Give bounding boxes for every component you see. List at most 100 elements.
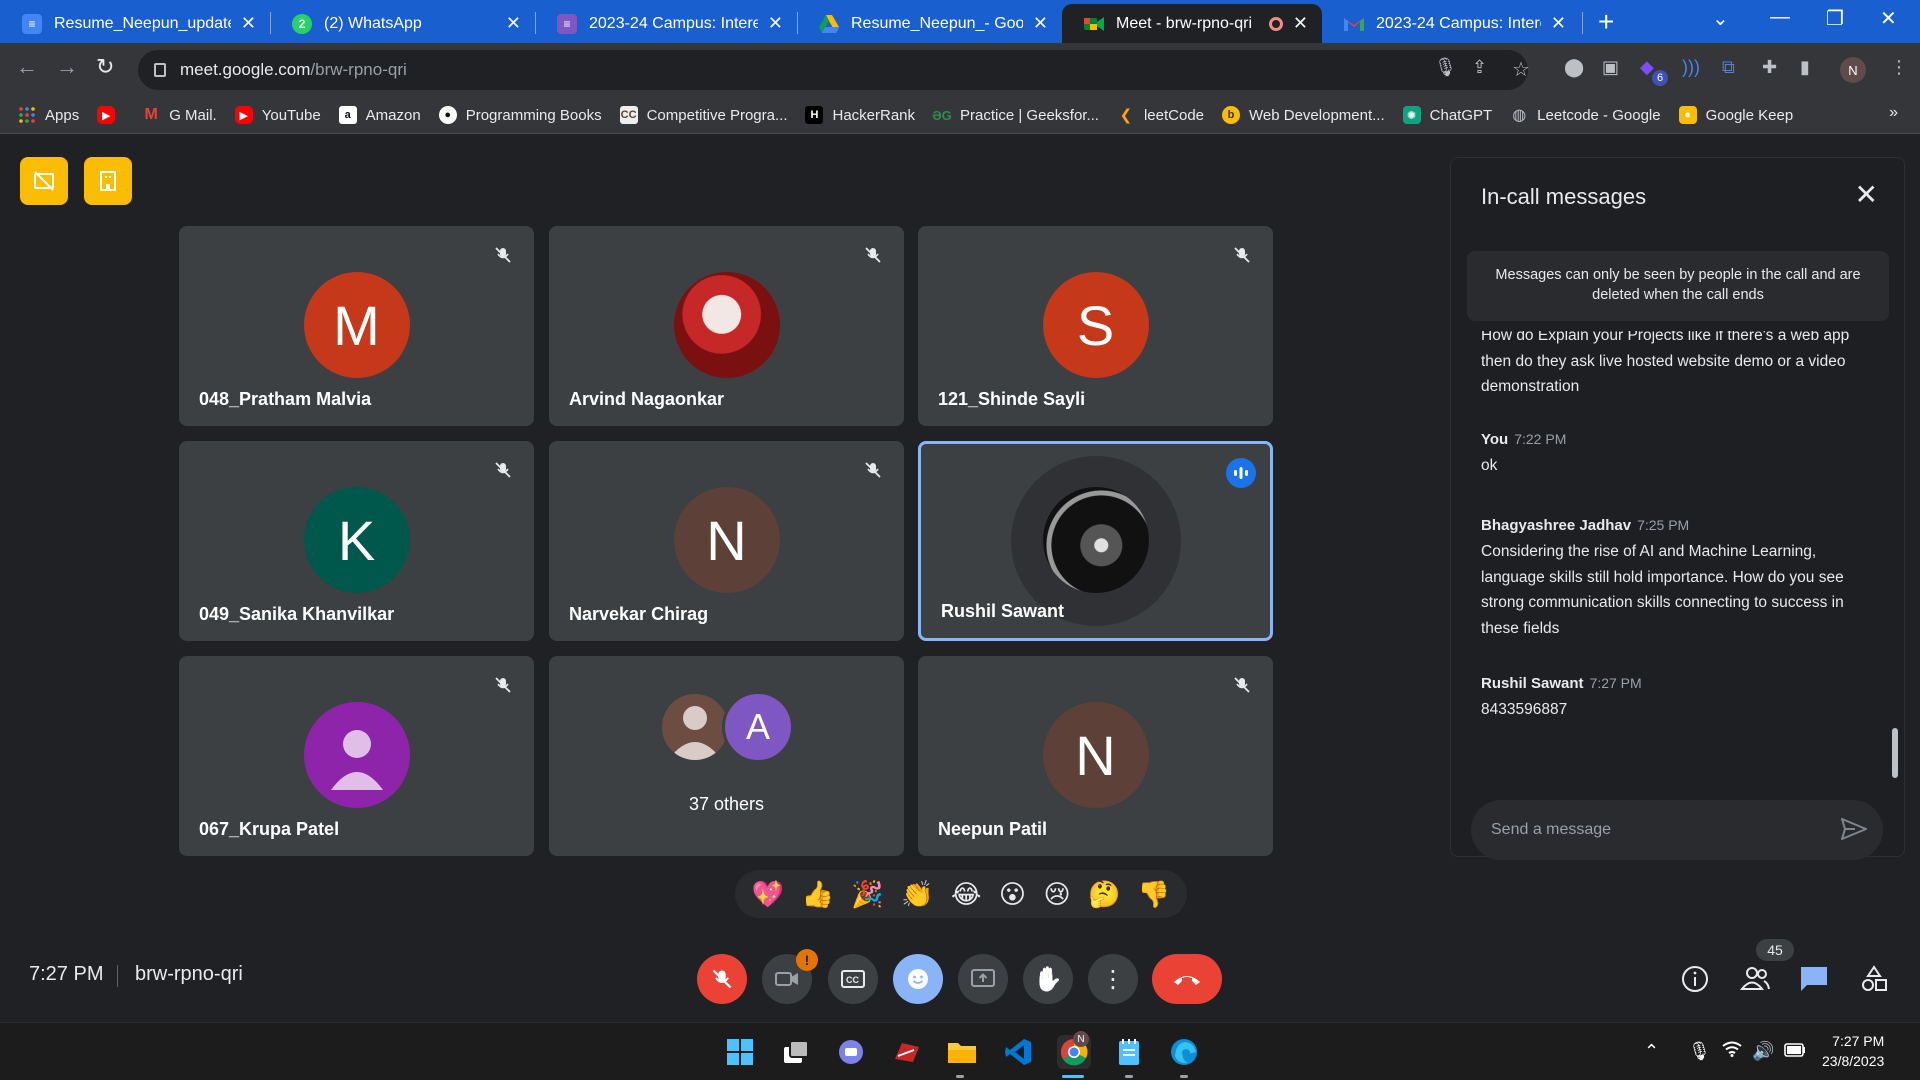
reload-icon[interactable]: ↻ bbox=[96, 54, 114, 80]
message-input[interactable]: Send a message bbox=[1471, 800, 1883, 860]
participant-tile[interactable]: Arvind Nagaonkar bbox=[549, 226, 904, 426]
close-panel-icon[interactable]: ✕ bbox=[1855, 178, 1878, 211]
tray-overflow-chevron-icon[interactable]: ⌃ bbox=[1644, 1041, 1659, 1062]
participant-tile[interactable]: M 048_Pratham Malvia bbox=[179, 226, 534, 426]
wifi-icon[interactable] bbox=[1722, 1041, 1742, 1062]
bookmark-hackerrank[interactable]: H HackerRank bbox=[805, 106, 915, 124]
participant-tile[interactable]: K 049_Sanika Khanvilkar bbox=[179, 441, 534, 641]
windows-start-icon[interactable] bbox=[723, 1035, 757, 1069]
reaction-clap[interactable]: 👏 bbox=[901, 879, 933, 910]
extension-icon[interactable]: ⬤ bbox=[1564, 57, 1584, 78]
send-icon[interactable] bbox=[1841, 818, 1867, 845]
tray-microphone-icon[interactable]: 🎙 bbox=[1688, 1041, 1711, 1062]
bookmark-youtube-short[interactable]: ▶ bbox=[97, 106, 124, 124]
bookmark-leetcode[interactable]: ❮ leetCode bbox=[1117, 106, 1204, 125]
game-app-icon[interactable] bbox=[890, 1035, 924, 1069]
bookmark-programming-books[interactable]: ● Programming Books bbox=[438, 106, 602, 124]
tab-whatsapp[interactable]: 2 (2) WhatsApp ✕ bbox=[270, 4, 535, 43]
bookmark-leetcode-google[interactable]: ◍ Leetcode - Google bbox=[1510, 106, 1660, 125]
bookmark-amazon[interactable]: a Amazon bbox=[338, 106, 421, 124]
teams-chat-icon[interactable] bbox=[834, 1035, 868, 1069]
tab-drive-resume[interactable]: Resume_Neepun_- Google ✕ bbox=[797, 4, 1062, 43]
notepad-icon[interactable] bbox=[1112, 1035, 1146, 1069]
microphone-icon[interactable]: 🎙 bbox=[1434, 57, 1457, 78]
reaction-party[interactable]: 🎉 bbox=[851, 879, 883, 910]
present-screen-button[interactable] bbox=[958, 954, 1008, 1004]
leave-call-button[interactable] bbox=[1152, 954, 1222, 1004]
avatar: S bbox=[1042, 272, 1149, 378]
mic-toggle-button[interactable] bbox=[697, 954, 747, 1004]
read-aloud-icon[interactable]: ))) bbox=[1682, 57, 1700, 78]
bookmark-star-icon[interactable]: ☆ bbox=[1512, 57, 1530, 82]
reaction-thumbs-down[interactable]: 👎 bbox=[1138, 879, 1170, 910]
tab-search-chevron-icon[interactable]: ⌄ bbox=[1712, 6, 1729, 31]
bookmark-chatgpt[interactable]: ✺ ChatGPT bbox=[1402, 106, 1492, 124]
address-bar[interactable]: meet.google.com/brw-rpno-qri bbox=[138, 50, 1528, 90]
bookmark-gmail[interactable]: MG Mail. bbox=[142, 106, 217, 124]
side-panel-icon[interactable]: ▮ bbox=[1800, 57, 1810, 78]
others-tile[interactable]: A 37 others bbox=[549, 656, 904, 856]
captions-button[interactable]: CC bbox=[828, 954, 878, 1004]
building-badge-icon[interactable] bbox=[84, 157, 132, 205]
forward-icon[interactable]: → bbox=[56, 54, 78, 80]
reaction-thinking[interactable]: 🤔 bbox=[1088, 879, 1120, 910]
chat-scrollbar[interactable] bbox=[1892, 728, 1898, 778]
raise-hand-button[interactable]: ✋ bbox=[1023, 954, 1073, 1004]
close-window-icon[interactable]: ✕ bbox=[1880, 6, 1897, 31]
more-options-button[interactable]: ⋮ bbox=[1088, 954, 1138, 1004]
reaction-thumbs-up[interactable]: 👍 bbox=[802, 879, 834, 910]
participant-tile[interactable]: S 121_Shinde Sayli bbox=[918, 226, 1273, 426]
tab-forms-campus[interactable]: ≡ 2023-24 Campus: Intereste ✕ bbox=[535, 4, 797, 43]
participant-tile[interactable]: N Narvekar Chirag bbox=[549, 441, 904, 641]
edge-icon[interactable] bbox=[1167, 1035, 1201, 1069]
avatar: N bbox=[1042, 702, 1149, 808]
kebab-menu-icon[interactable]: ⋮ bbox=[1890, 57, 1908, 78]
reactions-button[interactable] bbox=[893, 954, 943, 1004]
minimize-icon[interactable]: — bbox=[1770, 6, 1790, 29]
back-icon[interactable]: ← bbox=[16, 54, 38, 80]
bookmark-geeksforgeeks[interactable]: ƏG Practice | Geeksfor... bbox=[932, 106, 1099, 124]
bookmark-competitive-programming[interactable]: CC Competitive Progra... bbox=[619, 106, 787, 124]
translate-icon[interactable]: ⧉ bbox=[1722, 57, 1735, 78]
no-recording-badge-icon[interactable] bbox=[20, 157, 68, 205]
restore-icon[interactable]: ❐ bbox=[1826, 6, 1844, 31]
tab-docs-resume[interactable]: ≡ Resume_Neepun_updated_ ✕ bbox=[0, 4, 270, 43]
chat-button[interactable] bbox=[1800, 965, 1828, 996]
participant-tile[interactable]: 067_Krupa Patel bbox=[179, 656, 534, 856]
tab-meet-active[interactable]: Meet - brw-rpno-qri ✕ bbox=[1062, 4, 1322, 43]
activities-button[interactable] bbox=[1860, 965, 1888, 998]
close-tab-icon[interactable]: ✕ bbox=[1033, 13, 1048, 34]
tab-gmail-campus[interactable]: 2023-24 Campus: Intereste ✕ bbox=[1322, 4, 1580, 43]
bookmark-apps[interactable]: Apps bbox=[18, 106, 79, 124]
close-tab-icon[interactable]: ✕ bbox=[1551, 13, 1566, 34]
file-explorer-icon[interactable] bbox=[945, 1035, 979, 1069]
reaction-sad[interactable]: 😢 bbox=[1043, 879, 1070, 910]
participant-tile-self[interactable]: N Neepun Patil bbox=[918, 656, 1273, 856]
bookmark-google-keep[interactable]: ● Google Keep bbox=[1678, 106, 1793, 124]
people-button[interactable] bbox=[1739, 965, 1770, 996]
puzzle-extensions-icon[interactable]: ✚ bbox=[1762, 57, 1777, 78]
reaction-surprised[interactable]: 😮 bbox=[999, 879, 1026, 910]
meeting-details-button[interactable] bbox=[1681, 965, 1709, 998]
whatsapp-icon: 2 bbox=[292, 13, 312, 34]
leetcode-icon: ❮ bbox=[1119, 107, 1133, 124]
new-tab-button[interactable]: + bbox=[1598, 6, 1614, 38]
task-view-icon[interactable] bbox=[779, 1035, 813, 1069]
close-tab-icon[interactable]: ✕ bbox=[506, 13, 521, 34]
bookmark-youtube[interactable]: ▶ YouTube bbox=[234, 106, 321, 124]
system-clock[interactable]: 7:27 PM 23/8/2023 bbox=[1822, 1031, 1884, 1071]
vscode-icon[interactable] bbox=[1001, 1035, 1035, 1069]
bookmark-web-development[interactable]: b Web Development... bbox=[1222, 106, 1385, 124]
close-tab-icon[interactable]: ✕ bbox=[1293, 13, 1308, 34]
volume-icon[interactable]: 🔊 bbox=[1752, 1041, 1774, 1062]
close-tab-icon[interactable]: ✕ bbox=[768, 13, 783, 34]
share-icon[interactable]: ⇪ bbox=[1472, 57, 1487, 78]
reaction-heart[interactable]: 💖 bbox=[752, 879, 784, 910]
participant-tile-speaking[interactable]: Rushil Sawant bbox=[918, 441, 1273, 641]
profile-avatar[interactable]: N bbox=[1840, 57, 1866, 83]
reaction-laugh[interactable]: 😂 bbox=[951, 879, 981, 910]
battery-icon[interactable] bbox=[1784, 1041, 1806, 1062]
window-icon[interactable]: ▣ bbox=[1602, 57, 1619, 78]
more-bookmarks-icon[interactable]: » bbox=[1889, 104, 1898, 122]
close-tab-icon[interactable]: ✕ bbox=[241, 13, 256, 34]
